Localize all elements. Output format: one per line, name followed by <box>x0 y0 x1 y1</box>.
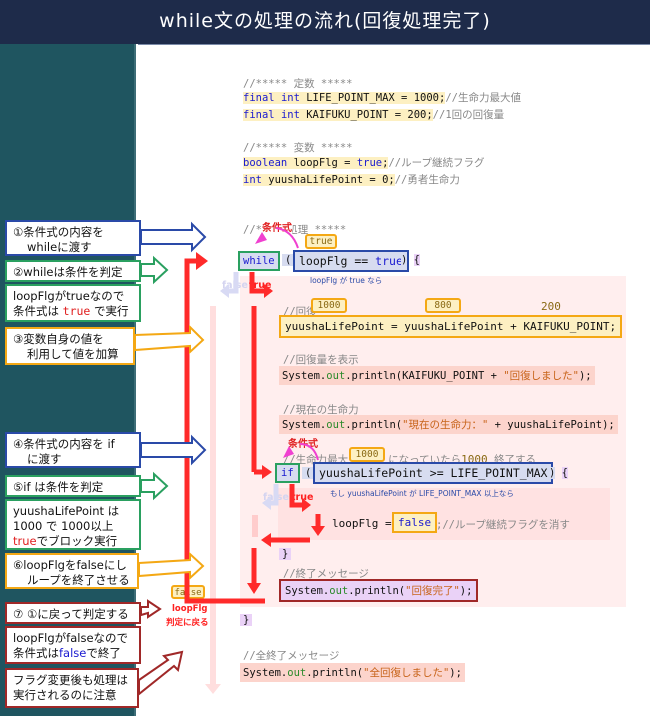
step-2-detail: loopFlgがtrueなので 条件式は true で実行 <box>5 284 141 322</box>
if-false-arrowhead <box>262 496 271 510</box>
step-text: ③変数自身の値を <box>13 332 104 346</box>
step-5-label: ⑤if は条件を判定 <box>5 475 141 497</box>
step-text: ⑥loopFlgをfalseにし <box>13 558 127 572</box>
if-body-down-head <box>311 526 325 536</box>
cond-curve-if <box>299 443 319 461</box>
step-text: yuushaLifePoint は <box>13 504 120 518</box>
if-true-arrow <box>289 484 302 508</box>
step-text: 実行されるのに注意 <box>13 688 117 702</box>
step-3-label: ③変数自身の値を 利用して値を加算 <box>5 327 135 365</box>
while-false-arrow <box>228 272 239 294</box>
step-text: 利用して値を加算 <box>27 347 119 361</box>
step-7-label: ⑦ ①に戻って判定する <box>5 602 141 624</box>
step-text: で終了 <box>86 646 121 660</box>
step-4-label: ④条件式の内容を if に渡す <box>5 432 141 468</box>
step-1-label: ①条件式の内容を whileに渡す <box>5 220 141 256</box>
step-text: ループを終了させる <box>27 573 130 587</box>
step-text: で実行 <box>90 304 129 318</box>
step-7-detail: loopFlgがfalseなので 条件式はfalseで終了 <box>5 626 141 664</box>
cond-curve-while <box>275 227 299 249</box>
after-if-head <box>247 583 261 594</box>
if-exit-head <box>261 533 271 547</box>
step-true: true <box>13 534 37 548</box>
step-text: 条件式は <box>13 304 63 318</box>
cond-arrow-if-head <box>283 446 294 458</box>
step-5-detail: yuushaLifePoint は 1000 で 1000以上 trueでブロッ… <box>5 499 141 550</box>
step-text: でブロック実行 <box>36 534 118 548</box>
step-text: 1000 で 1000以上 <box>13 519 114 533</box>
step-text: loopFlgがfalseなので <box>13 631 129 645</box>
loop-arrowhead <box>196 252 208 270</box>
step-true: true <box>62 304 91 318</box>
while-true-arrowhead <box>264 284 273 298</box>
step-text: whileに渡す <box>27 240 92 254</box>
step-false: false <box>59 646 87 660</box>
step-text: 条件式は <box>13 646 59 660</box>
while-false-down-head <box>205 684 221 694</box>
cond-arrow-while-head <box>255 232 267 244</box>
if-true-arrowhead <box>302 498 311 512</box>
step-text: ①条件式の内容を <box>13 225 104 239</box>
step-text: に渡す <box>27 452 62 466</box>
step-text: ④条件式の内容を if <box>13 437 115 451</box>
step-text: フラグ変更後も処理は <box>13 673 128 687</box>
step-6-label: ⑥loopFlgをfalseにし ループを終了させる <box>5 553 139 589</box>
while-true-arrow <box>249 272 264 294</box>
step-text: loopFlgがtrueなので <box>13 289 125 303</box>
step-2-label: ②whileは条件を判定 <box>5 260 141 282</box>
step-8-label: フラグ変更後も処理は 実行されるのに注意 <box>5 668 139 708</box>
while-false-arrowhead <box>220 284 229 298</box>
